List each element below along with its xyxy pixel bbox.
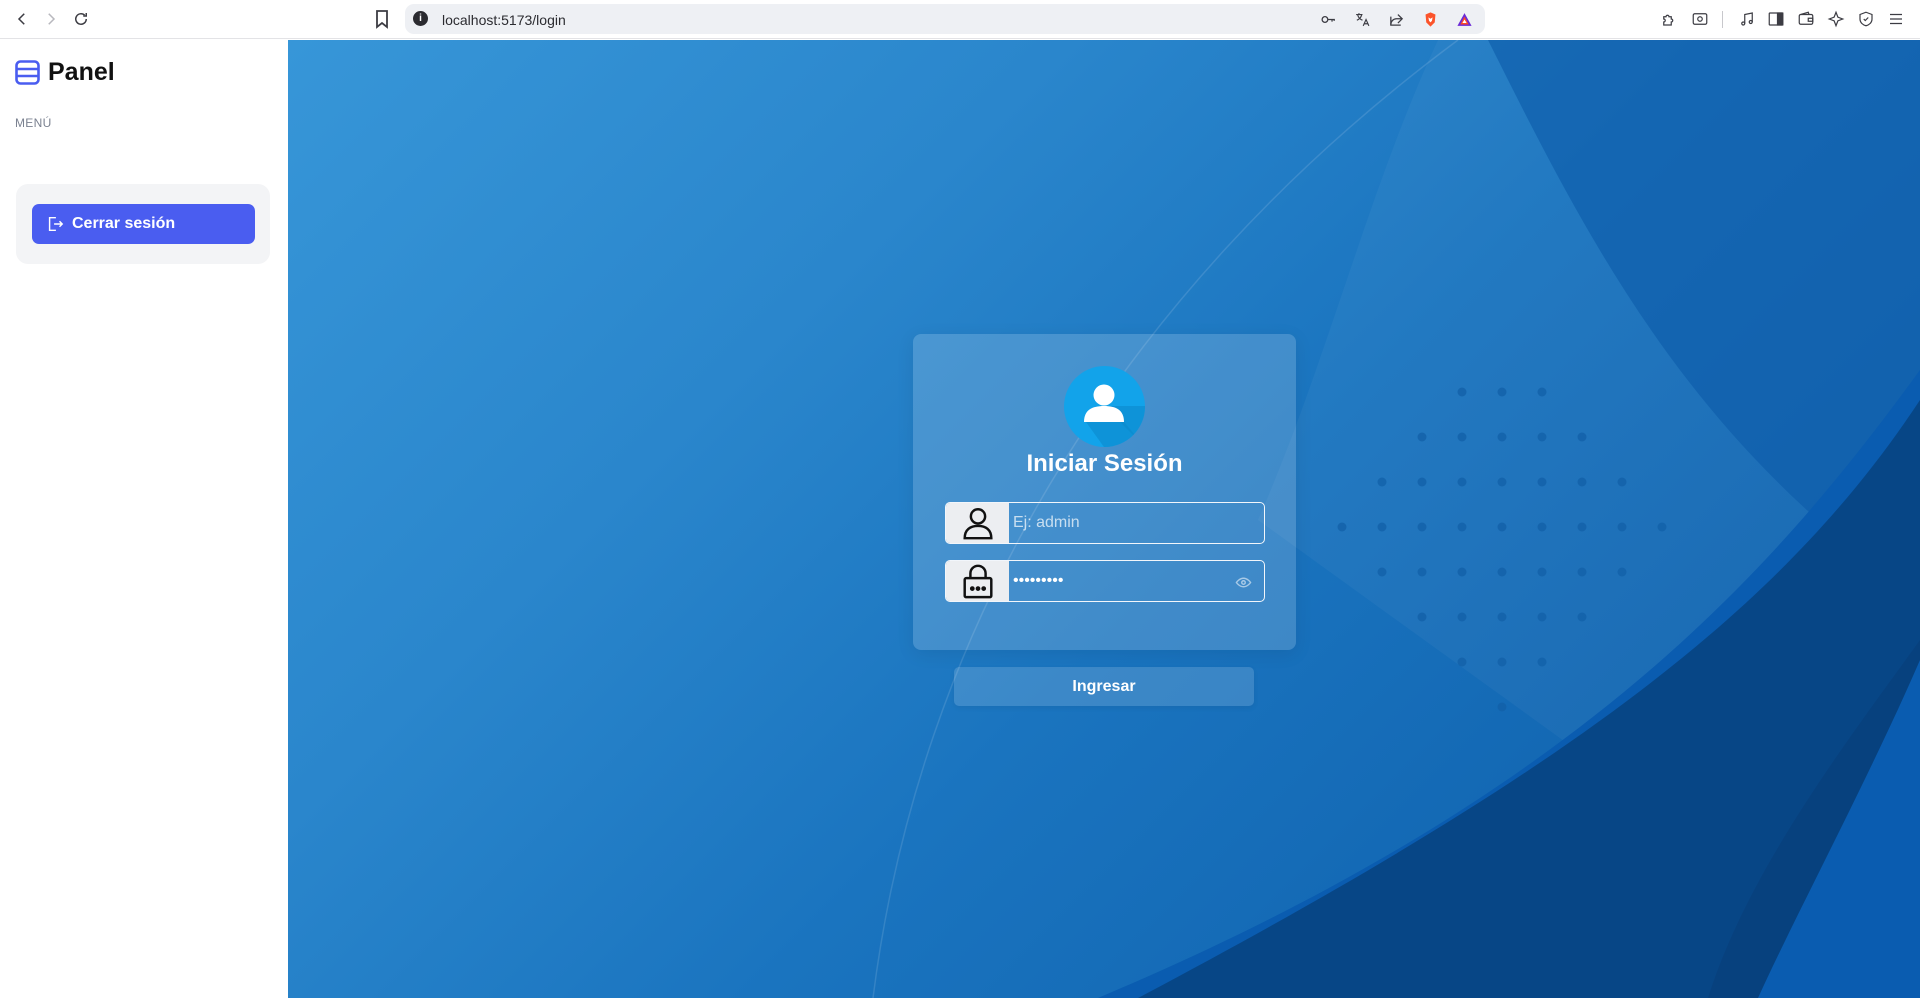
browser-toolbar: i localhost:5173/login — [0, 0, 1920, 39]
password-field — [945, 560, 1265, 602]
leo-ai-icon[interactable] — [1826, 9, 1846, 29]
site-info-icon[interactable]: i — [413, 11, 428, 26]
menu-label: MENÚ — [15, 116, 52, 130]
url-text[interactable]: localhost:5173/login — [442, 12, 566, 28]
brave-rewards-icon[interactable] — [1455, 10, 1473, 28]
media-icon[interactable] — [1737, 9, 1757, 29]
brand: Panel — [15, 58, 115, 87]
extensions-icon[interactable] — [1659, 9, 1679, 29]
logout-card: Cerrar sesión — [16, 184, 270, 264]
screenshot-icon[interactable] — [1690, 9, 1710, 29]
login-card: Iniciar Sesión — [913, 334, 1296, 650]
share-icon[interactable] — [1387, 10, 1405, 28]
login-submit-button[interactable]: Ingresar — [954, 667, 1254, 706]
brave-shield-icon[interactable] — [1421, 10, 1439, 28]
brand-title: Panel — [48, 58, 115, 86]
menu-icon[interactable] — [1886, 9, 1906, 29]
user-icon — [946, 503, 1009, 543]
translate-icon[interactable] — [1353, 10, 1371, 28]
sidebar: Panel MENÚ Cerrar sesión — [0, 40, 288, 998]
reload-icon[interactable] — [68, 6, 94, 32]
user-avatar-icon — [1064, 366, 1145, 447]
username-field — [945, 502, 1265, 544]
key-icon[interactable] — [1319, 10, 1337, 28]
back-icon[interactable] — [9, 6, 35, 32]
bookmark-icon[interactable] — [372, 8, 392, 30]
database-icon — [15, 60, 40, 85]
lock-icon — [946, 561, 1009, 601]
logout-button[interactable]: Cerrar sesión — [32, 204, 255, 244]
username-input[interactable] — [1009, 503, 1264, 543]
sidebar-icon[interactable] — [1766, 9, 1786, 29]
eye-icon[interactable] — [1235, 574, 1252, 590]
logout-label: Cerrar sesión — [72, 215, 176, 232]
login-page: Iniciar Sesión Ej: admin Ingresar — [288, 40, 1920, 998]
wallet-icon[interactable] — [1796, 9, 1816, 29]
login-title: Iniciar Sesión — [1026, 450, 1183, 477]
address-bar[interactable]: i localhost:5173/login — [405, 4, 1485, 34]
vpn-icon[interactable] — [1856, 9, 1876, 29]
password-input[interactable] — [1009, 561, 1264, 601]
toolbar-divider — [1722, 11, 1723, 28]
logout-icon — [48, 216, 64, 232]
forward-icon[interactable] — [38, 6, 64, 32]
